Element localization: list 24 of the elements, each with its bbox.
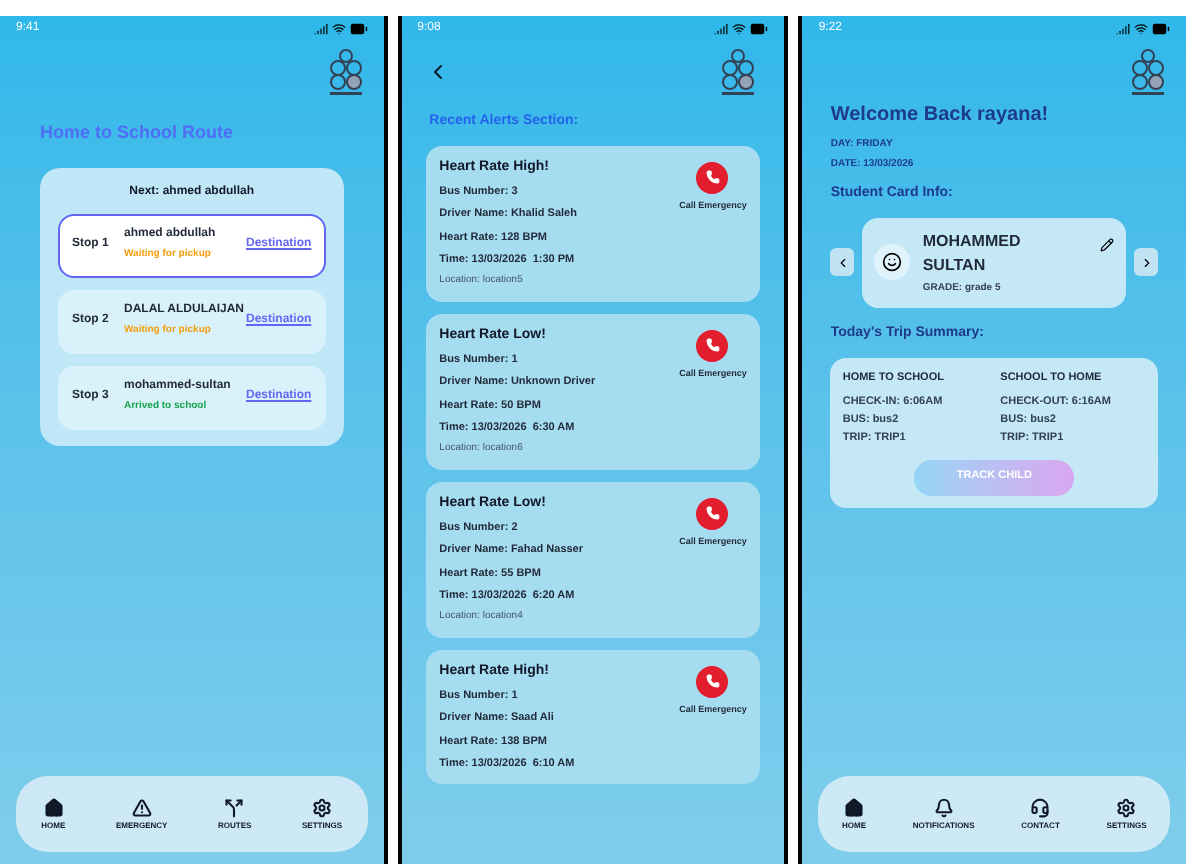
home-icon — [844, 798, 865, 818]
student-first-name: MOHAMMED — [922, 229, 1023, 253]
student-last-name: SULTAN — [922, 253, 988, 277]
warning-icon — [131, 798, 152, 818]
settings-icon — [311, 798, 332, 818]
edit-icon[interactable] — [1100, 237, 1115, 251]
call-button[interactable] — [696, 665, 729, 697]
welcome-title: Welcome Back rayana! — [828, 102, 1051, 130]
headset-icon — [1030, 798, 1051, 818]
phone-icon — [705, 506, 720, 520]
phone-icon — [705, 170, 720, 184]
phone-icon — [705, 338, 720, 352]
call-button[interactable] — [696, 497, 729, 529]
call-button[interactable] — [696, 161, 729, 193]
screen-title: Home to School Route — [38, 120, 235, 146]
phone-icon — [705, 674, 720, 688]
call-button[interactable] — [696, 329, 729, 361]
chevron-right-icon — [1139, 255, 1154, 270]
settings-icon — [1116, 798, 1137, 818]
bell-icon — [933, 798, 954, 818]
fork-icon — [224, 798, 245, 818]
avatar-icon — [874, 244, 911, 281]
chevron-left-icon — [835, 255, 850, 270]
home-icon — [43, 798, 64, 818]
